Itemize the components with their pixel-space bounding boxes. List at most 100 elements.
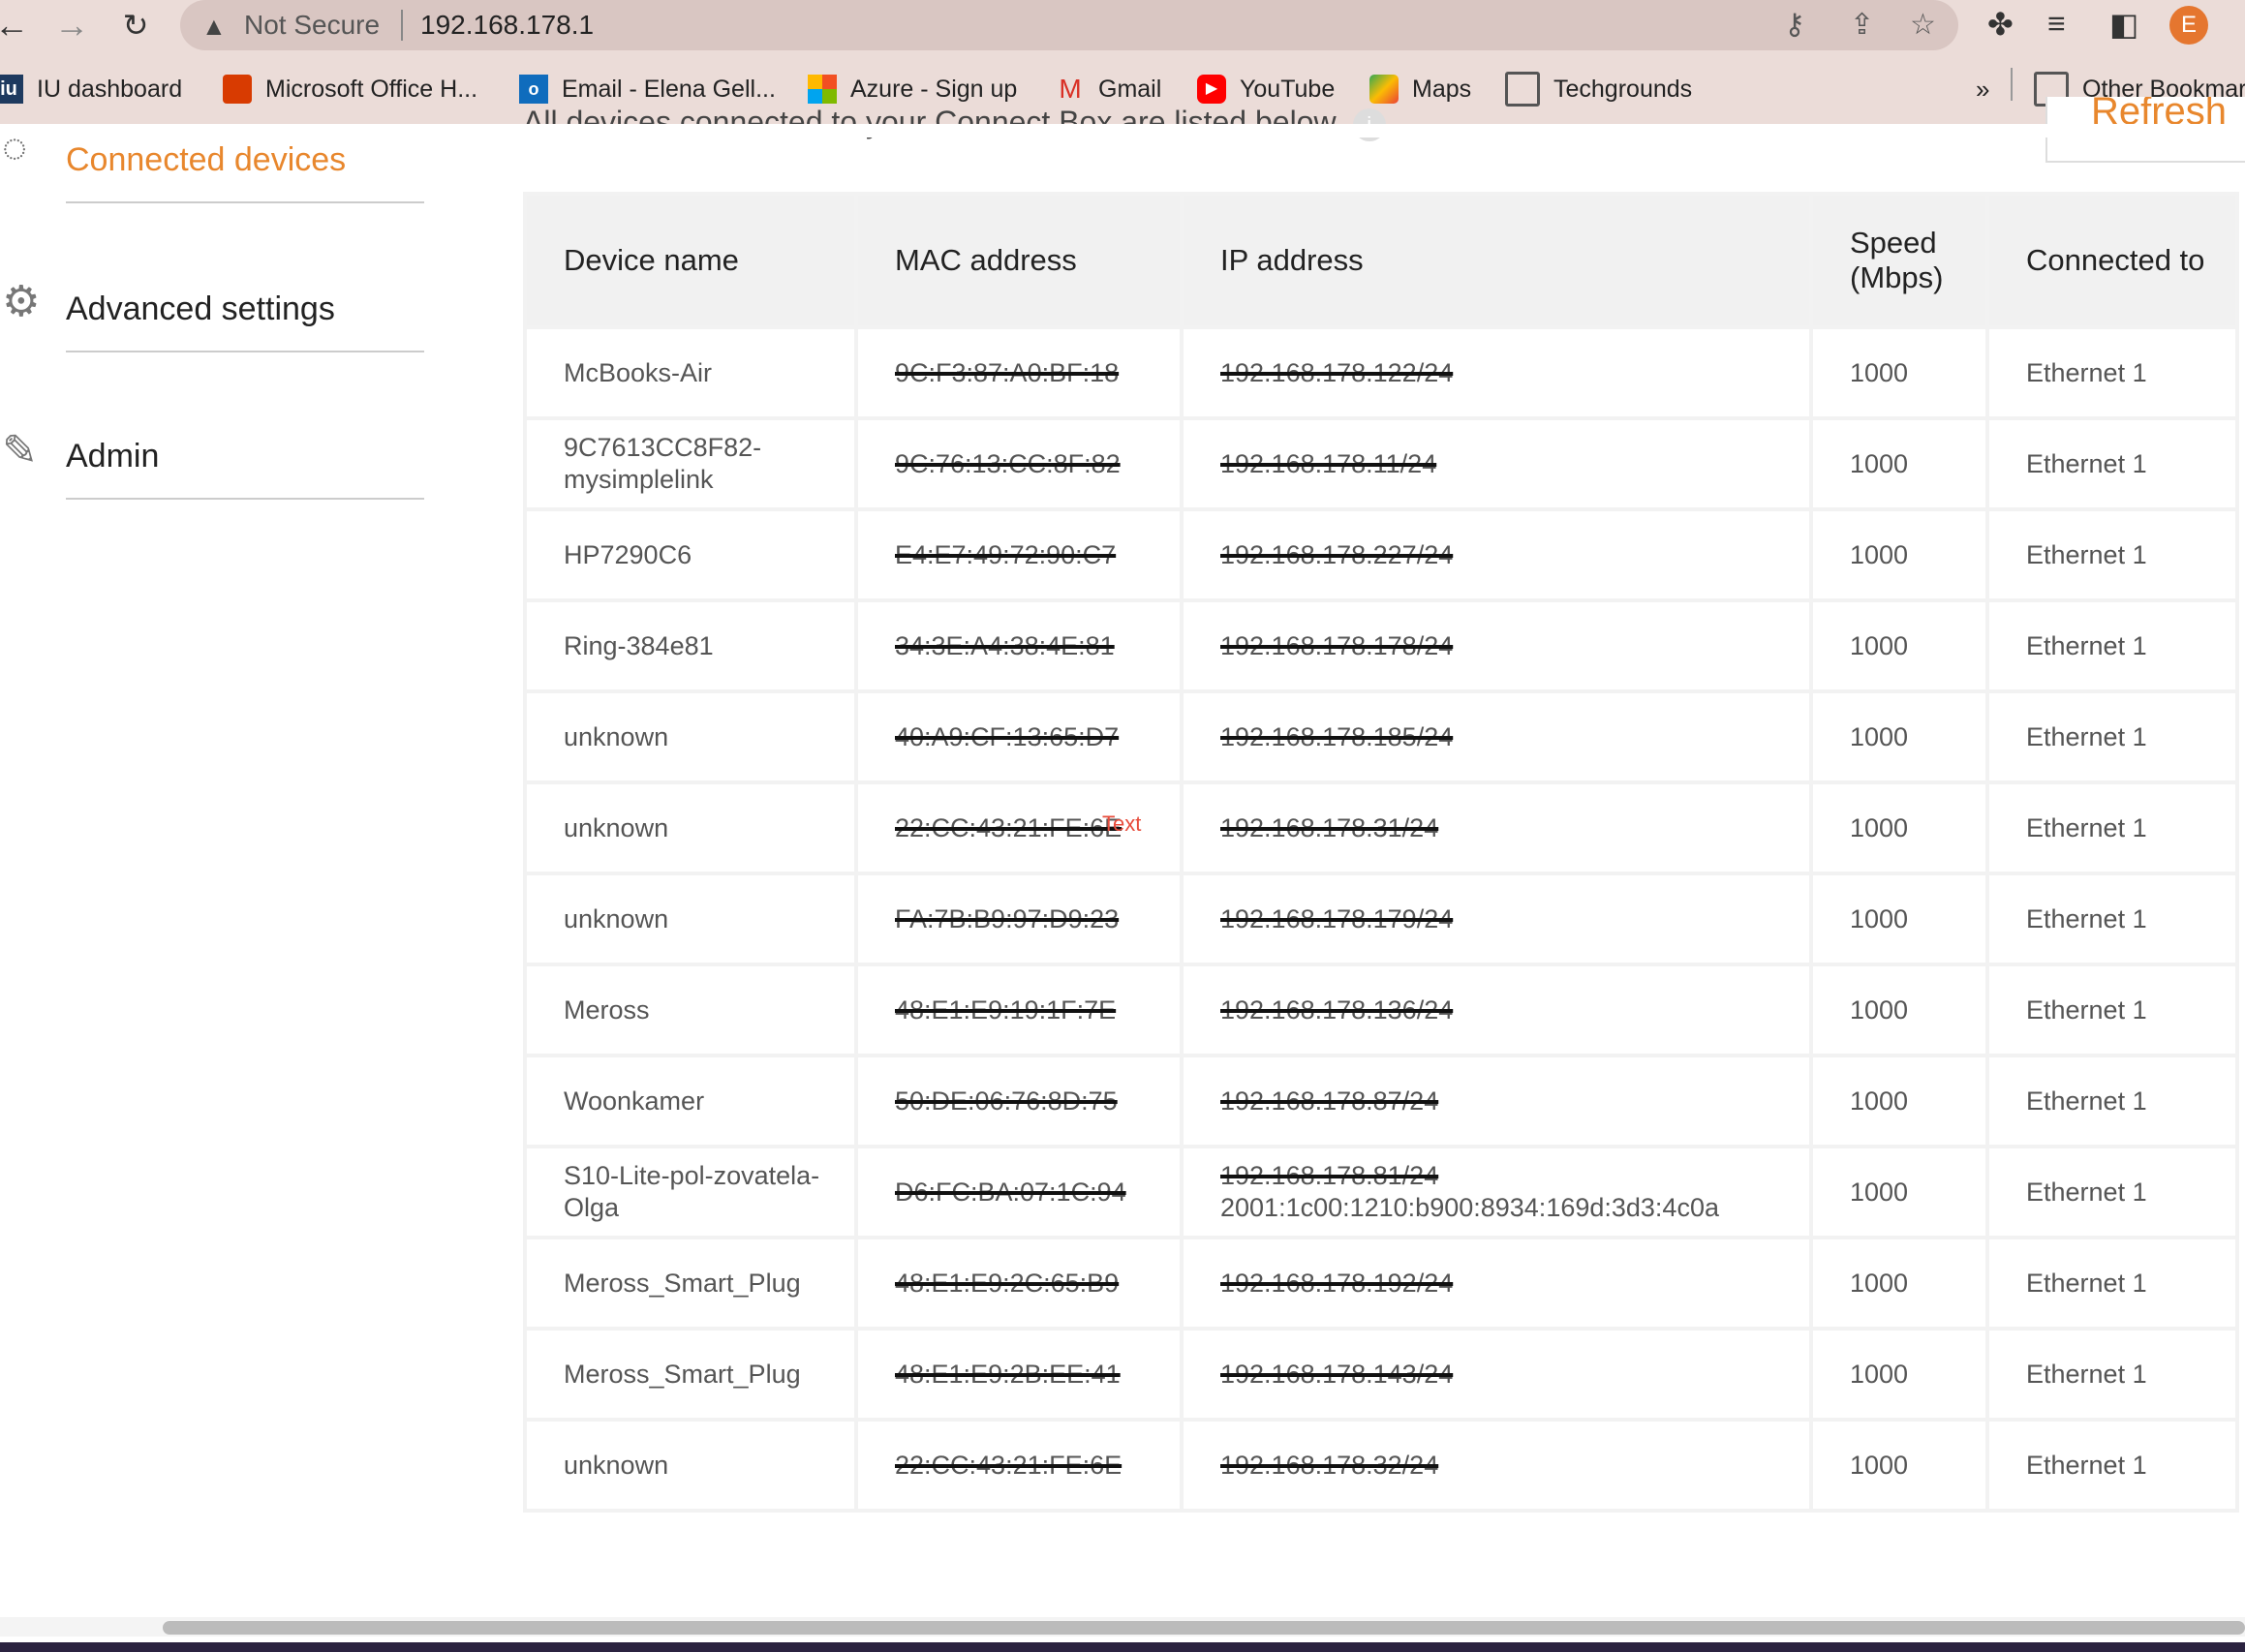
ip-address: 192.168.178.178/24 bbox=[1220, 630, 1454, 660]
connected-to-value: Ethernet 1 bbox=[2026, 1268, 2147, 1298]
mac-address: E4:E7:49:72:90:C7 bbox=[895, 539, 1117, 569]
connected-to-value: Ethernet 1 bbox=[2026, 357, 2147, 387]
column-header-ip-address: IP address bbox=[1180, 192, 1813, 329]
iu-icon: iu bbox=[0, 75, 23, 104]
url-text[interactable]: 192.168.178.1 bbox=[420, 10, 594, 41]
sidebar-item-advanced-settings[interactable]: ⚙ Advanced settings bbox=[0, 273, 426, 370]
device-name-cell: S10-Lite-pol-zovatela-Olga bbox=[523, 1145, 858, 1239]
bookmark-maps[interactable]: Maps bbox=[1369, 72, 1471, 107]
speed-cell: 1000 bbox=[1809, 1327, 1989, 1422]
bookmark-youtube[interactable]: ▶ YouTube bbox=[1197, 72, 1335, 107]
bookmark-label: Microsoft Office H... bbox=[265, 75, 478, 103]
connected-to-value: Ethernet 1 bbox=[2026, 448, 2147, 478]
speed-value: 1000 bbox=[1850, 1086, 1909, 1116]
gmail-icon: M bbox=[1059, 74, 1082, 104]
device-name-cell: unknown bbox=[523, 872, 858, 966]
device-name: McBooks-Air bbox=[564, 357, 713, 387]
annotation-text: Text bbox=[1102, 811, 1142, 836]
connected-to-value: Ethernet 1 bbox=[2026, 539, 2147, 569]
device-name-cell: Meross bbox=[523, 963, 858, 1057]
ip-address-cell: 192.168.178.136/24 bbox=[1180, 963, 1813, 1057]
bookmark-email[interactable]: o Email - Elena Gell... bbox=[519, 72, 776, 107]
bookmark-microsoft-office[interactable]: Microsoft Office H... bbox=[223, 72, 477, 107]
ip-address-cell: 192.168.178.32/24 bbox=[1180, 1418, 1813, 1513]
table-row: Woonkamer 50:DE:06:76:8D:75 192.168.178.87… bbox=[523, 1054, 2239, 1148]
device-name-cell: 9C7613CC8F82-mysimplelink bbox=[523, 416, 858, 511]
device-name: unknown bbox=[564, 721, 669, 751]
ip-address: 192.168.178.143/24 bbox=[1220, 1359, 1454, 1389]
mac-address: 48:E1:E9:2B:EE:41 bbox=[895, 1359, 1121, 1389]
side-panel-icon[interactable]: ◧ bbox=[2109, 6, 2138, 43]
mac-address-cell: E4:E7:49:72:90:C7 bbox=[854, 507, 1184, 602]
device-name-cell: Meross_Smart_Plug bbox=[523, 1327, 858, 1422]
reload-icon[interactable]: ↻ bbox=[116, 6, 155, 45]
connected-to-cell: Ethernet 1 bbox=[1985, 963, 2239, 1057]
device-name: Meross bbox=[564, 994, 650, 1025]
device-name: unknown bbox=[564, 903, 669, 933]
connected-to-value: Ethernet 1 bbox=[2026, 721, 2147, 751]
speed-value: 1000 bbox=[1850, 903, 1909, 933]
mac-address-cell: 9C:76:13:CC:8F:82 bbox=[854, 416, 1184, 511]
mac-address: 22:CC:43:21:FE:6E bbox=[895, 812, 1122, 842]
back-arrow-icon[interactable]: ← bbox=[0, 6, 31, 45]
device-name: 9C7613CC8F82-mysimplelink bbox=[564, 433, 762, 494]
bookmark-label: YouTube bbox=[1240, 75, 1336, 103]
connected-to-value: Ethernet 1 bbox=[2026, 994, 2147, 1025]
connected-to-value: Ethernet 1 bbox=[2026, 1359, 2147, 1389]
mac-address-cell: D6:FC:BA:07:1C:94 bbox=[854, 1145, 1184, 1239]
device-name-cell: unknown bbox=[523, 1418, 858, 1513]
bookmark-iu-dashboard[interactable]: iu IU dashboard bbox=[0, 72, 182, 107]
ip-address-cell: 192.168.178.227/24 bbox=[1180, 507, 1813, 602]
ip-address-cell: 192.168.178.122/24 bbox=[1180, 325, 1813, 420]
extensions-icon[interactable]: ✤ bbox=[1987, 6, 2014, 43]
speed-cell: 1000 bbox=[1809, 325, 1989, 420]
star-icon[interactable]: ☆ bbox=[1910, 8, 1936, 42]
column-header-mac-address: MAC address bbox=[854, 192, 1184, 329]
bookmark-azure[interactable]: Azure - Sign up bbox=[808, 72, 1017, 107]
speed-value: 1000 bbox=[1850, 994, 1909, 1025]
table-row: S10-Lite-pol-zovatela-Olga D6:FC:BA:07:1C… bbox=[523, 1145, 2239, 1239]
speed-cell: 1000 bbox=[1809, 689, 1989, 784]
browser-toolbar: ← → ↻ ▲ Not Secure 192.168.178.1 ⚷ ⇪ ☆ ✤… bbox=[0, 0, 2245, 52]
device-name-cell: Ring-384e81 bbox=[523, 598, 858, 693]
bookmark-label: Email - Elena Gell... bbox=[562, 75, 776, 103]
bookmark-techgrounds[interactable]: Techgrounds bbox=[1505, 72, 1692, 107]
bookmarks-overflow-button[interactable]: » bbox=[1976, 72, 1989, 107]
speed-value: 1000 bbox=[1850, 721, 1909, 751]
reading-list-icon[interactable]: ≡ bbox=[2047, 6, 2066, 42]
sidebar-item-admin[interactable]: ✎ Admin bbox=[0, 422, 426, 519]
mac-address: 9C:76:13:CC:8F:82 bbox=[895, 448, 1121, 478]
mac-address: 48:E1:E9:19:1F:7E bbox=[895, 994, 1117, 1025]
microsoft-icon bbox=[808, 75, 837, 104]
ip-address-cell: 192.168.178.179/24 bbox=[1180, 872, 1813, 966]
sidebar-item-label: Admin bbox=[66, 438, 160, 474]
bookmark-label: Techgrounds bbox=[1553, 75, 1693, 103]
ip-address-cell: 192.168.178.192/24 bbox=[1180, 1236, 1813, 1331]
profile-avatar[interactable]: E bbox=[2169, 6, 2208, 45]
ip-address: 192.168.178.227/24 bbox=[1220, 539, 1454, 569]
table-row: Meross_Smart_Plug 48:E1:E9:2B:EE:41 192.16… bbox=[523, 1327, 2239, 1422]
maps-icon bbox=[1369, 75, 1399, 104]
connected-devices-table: Device name MAC address IP address Speed… bbox=[523, 192, 2239, 1513]
key-icon[interactable]: ⚷ bbox=[1784, 8, 1805, 42]
speed-value: 1000 bbox=[1850, 539, 1909, 569]
connected-to-cell: Ethernet 1 bbox=[1985, 416, 2239, 511]
security-label[interactable]: Not Secure bbox=[244, 10, 380, 41]
table-row: McBooks-Air 9C:F3:87:A0:BF:18 192.168.178.… bbox=[523, 325, 2239, 420]
speed-cell: 1000 bbox=[1809, 1145, 1989, 1239]
ip-address: 192.168.178.81/24 bbox=[1220, 1161, 1439, 1190]
forward-arrow-icon[interactable]: → bbox=[52, 6, 91, 45]
sidebar-item-connected-devices[interactable]: ◌ Connected devices bbox=[0, 124, 426, 221]
address-bar[interactable]: ▲ Not Secure 192.168.178.1 ⚷ ⇪ ☆ bbox=[180, 0, 1958, 50]
share-icon[interactable]: ⇪ bbox=[1850, 8, 1874, 42]
connected-to-value: Ethernet 1 bbox=[2026, 1086, 2147, 1116]
table-row: Meross_Smart_Plug 48:E1:E9:2C:65:B9 192.16… bbox=[523, 1236, 2239, 1331]
ip-address: 192.168.178.87/24 bbox=[1220, 1086, 1439, 1116]
mac-address-cell: 48:E1:E9:19:1F:7E bbox=[854, 963, 1184, 1057]
bookmark-gmail[interactable]: M Gmail bbox=[1056, 72, 1161, 107]
device-name: HP7290C6 bbox=[564, 539, 692, 569]
mac-address: 50:DE:06:76:8D:75 bbox=[895, 1086, 1118, 1116]
horizontal-scrollbar-thumb[interactable] bbox=[163, 1621, 2245, 1635]
connected-to-cell: Ethernet 1 bbox=[1985, 872, 2239, 966]
connected-to-cell: Ethernet 1 bbox=[1985, 1236, 2239, 1331]
